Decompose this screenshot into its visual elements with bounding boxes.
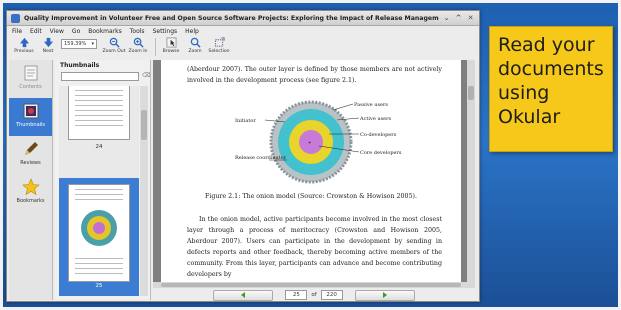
label-release-coordinator: Release coordinator <box>235 155 287 161</box>
minimize-icon[interactable]: ⌄ <box>442 14 451 23</box>
toolbar: Previous Next 159.39% Zoom Out Zoom In B… <box>7 37 479 59</box>
pen-icon <box>24 142 38 155</box>
document-vertical-scrollbar[interactable] <box>467 60 475 282</box>
sidebar-item-bookmarks[interactable]: Bookmarks <box>9 174 52 212</box>
document-page: (Aberdour 2007). The outer layer is defi… <box>161 60 461 282</box>
sidebar-item-thumbnails[interactable]: Thumbnails <box>9 98 52 136</box>
promo-caption-card: Read your documents using Okular <box>489 26 613 152</box>
promo-line-3: using <box>498 82 550 104</box>
promo-line-4: Okular <box>498 106 561 128</box>
arrow-up-icon <box>19 37 29 48</box>
thumbnail-diagram-image <box>81 210 117 246</box>
thumbnails-panel: Thumbnails ⌫ 24 25 <box>55 60 151 300</box>
zoom-select[interactable]: 159.39% <box>61 39 97 49</box>
document-scroll-knob[interactable] <box>468 86 474 100</box>
label-active-users: Active users <box>359 116 392 122</box>
title-bar[interactable]: Quality Improvement in Volunteer Free an… <box>7 11 479 26</box>
maximize-icon[interactable]: ^ <box>454 14 463 23</box>
onion-model-diagram: ✶ Initiator Release coordinator Passive … <box>235 100 402 184</box>
next-button[interactable]: Next <box>37 37 59 54</box>
figure-caption: Figure 2.1: The onion model (Source: Cro… <box>204 193 418 200</box>
sidebar-item-contents[interactable]: Contents <box>9 60 52 98</box>
menu-bar: File Edit View Go Bookmarks Tools Settin… <box>7 26 479 37</box>
selection-tool-button[interactable]: Selection <box>208 37 230 54</box>
menu-go[interactable]: Go <box>72 28 80 35</box>
label-initiator: Initiator <box>235 118 256 124</box>
label-core-developers: Core developers <box>360 150 402 156</box>
window-title: Quality Improvement in Volunteer Free an… <box>24 14 439 22</box>
okular-window: Quality Improvement in Volunteer Free an… <box>6 10 480 302</box>
document-view[interactable]: (Aberdour 2007). The outer layer is defi… <box>153 60 475 282</box>
horizontal-scroll-knob[interactable] <box>161 283 461 287</box>
svg-text:✶: ✶ <box>308 140 311 145</box>
menu-file[interactable]: File <box>12 28 22 35</box>
thumbnail-page-24[interactable] <box>68 86 130 140</box>
menu-edit[interactable]: Edit <box>30 28 42 35</box>
thumbnails-search-input[interactable] <box>61 72 139 81</box>
menu-tools[interactable]: Tools <box>130 28 145 35</box>
zoom-in-icon <box>133 37 144 48</box>
contents-icon <box>24 65 37 81</box>
promo-line-1: Read your <box>498 34 595 56</box>
thumbnails-scrollbar[interactable] <box>140 86 148 296</box>
label-passive-users: Passive users <box>354 102 388 108</box>
zoom-in-button[interactable]: Zoom In <box>127 37 149 54</box>
thumbnail-page-number-selected: 25 <box>95 283 103 289</box>
thumbnails-scroll-knob[interactable] <box>141 110 147 140</box>
thumbnail-list: 24 25 <box>59 86 139 296</box>
thumbnails-panel-title: Thumbnails <box>60 62 100 69</box>
menu-help[interactable]: Help <box>185 28 199 35</box>
arrow-down-icon <box>43 37 53 48</box>
previous-button[interactable]: Previous <box>13 37 35 54</box>
page-of-label: of <box>311 292 317 298</box>
next-page-button[interactable] <box>354 289 415 301</box>
navigation-sidebar: Contents Thumbnails Reviews Bookmarks <box>9 60 53 300</box>
paragraph-bottom: In the onion model, active participants … <box>187 216 442 278</box>
zoom-out-icon <box>109 37 120 48</box>
browse-tool-button[interactable]: Browse <box>160 37 182 54</box>
menu-view[interactable]: View <box>50 28 64 35</box>
close-icon[interactable]: ✕ <box>466 14 475 23</box>
cursor-icon <box>165 37 177 48</box>
magnifier-icon <box>190 37 201 48</box>
toolbar-separator <box>155 38 156 56</box>
zoom-out-button[interactable]: Zoom Out <box>102 37 126 54</box>
thumbnail-page-number: 24 <box>95 144 103 150</box>
arrow-right-icon <box>382 292 387 298</box>
zoom-tool-button[interactable]: Zoom <box>184 37 206 54</box>
menu-bookmarks[interactable]: Bookmarks <box>88 28 122 35</box>
previous-page-button[interactable] <box>213 289 274 301</box>
thumbnail-page-25[interactable] <box>68 184 130 282</box>
promo-line-2: documents <box>498 58 604 80</box>
arrow-left-icon <box>241 292 246 298</box>
selection-icon <box>214 37 225 47</box>
page-navigation-bar: 25 of 220 <box>153 288 475 302</box>
okular-app-icon <box>11 13 20 23</box>
current-page-input[interactable]: 25 <box>285 290 308 300</box>
sidebar-item-reviews[interactable]: Reviews <box>9 136 52 174</box>
total-pages-field: 220 <box>320 290 343 300</box>
menu-settings[interactable]: Settings <box>153 28 178 35</box>
paragraph-top: (Aberdour 2007). The outer layer is defi… <box>187 66 442 84</box>
label-co-developers: Co-developers <box>360 132 397 138</box>
star-icon <box>21 178 40 196</box>
clear-search-icon[interactable]: ⌫ <box>142 72 150 79</box>
thumbnails-icon <box>23 103 38 119</box>
